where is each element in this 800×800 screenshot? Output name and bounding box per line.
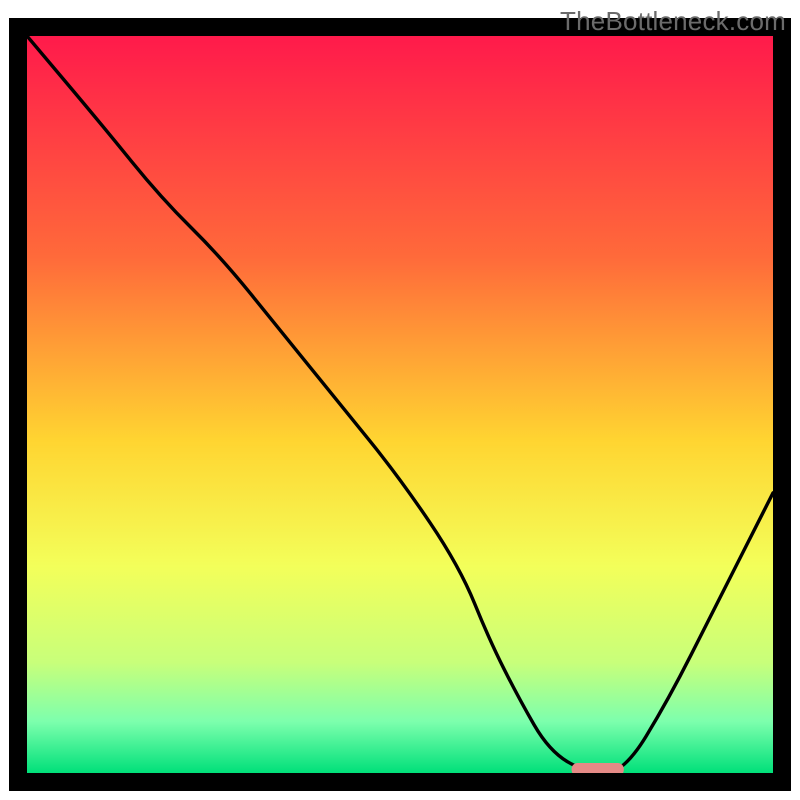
watermark-text: TheBottleneck.com bbox=[560, 6, 786, 37]
chart-frame: TheBottleneck.com bbox=[0, 0, 800, 800]
bottleneck-chart-svg bbox=[0, 0, 800, 800]
gradient-background bbox=[27, 36, 773, 773]
